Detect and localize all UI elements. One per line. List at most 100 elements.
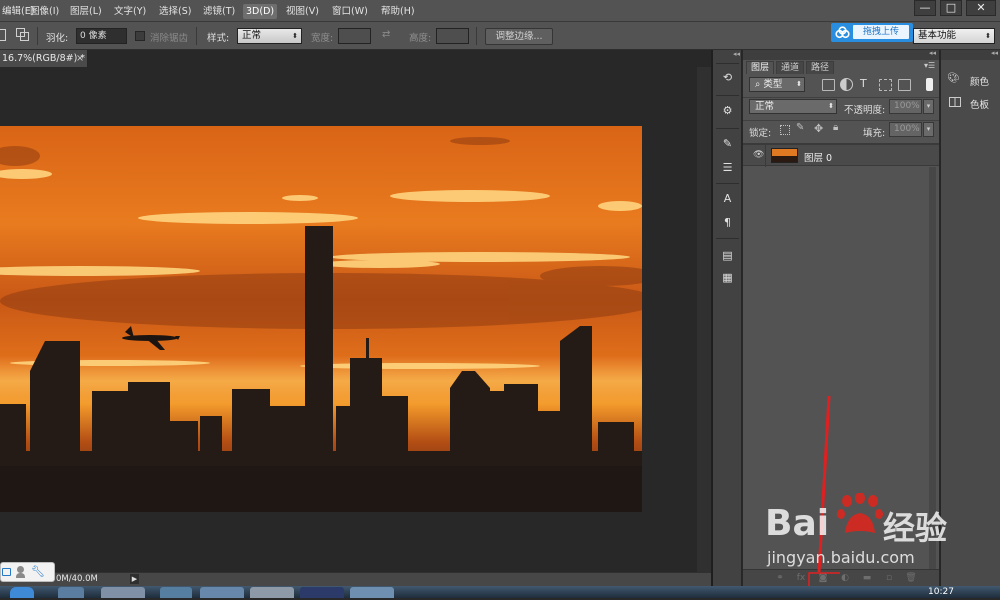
new-fill-adjustment-icon[interactable]: ◐	[839, 573, 851, 583]
taskbar-app-explorer[interactable]	[58, 587, 84, 598]
brush-presets-icon[interactable]: ✎	[718, 135, 737, 153]
menu-image[interactable]: 图像(I)	[28, 4, 61, 19]
antialias-label: 消除锯齿	[150, 33, 189, 44]
sunset-skyline-photo	[0, 126, 642, 512]
user-icon[interactable]	[17, 566, 24, 573]
shape-filter-icon[interactable]	[879, 79, 892, 91]
taskbar-app-chat[interactable]	[200, 587, 244, 598]
options-divider	[476, 27, 477, 45]
wrench-icon[interactable]: 🔧︎	[31, 565, 45, 578]
intersect-selection-icon[interactable]	[16, 28, 29, 41]
menu-window[interactable]: 窗口(W)	[330, 4, 370, 19]
swatches-panel-label: 色板	[970, 100, 990, 111]
close-window-button[interactable]: ✕	[966, 0, 996, 16]
taskbar-app-folder[interactable]	[250, 587, 294, 598]
vertical-scrollbar[interactable]	[697, 67, 711, 572]
opacity-input[interactable]: 100%	[889, 99, 922, 114]
collapse-icon[interactable]: ◂◂	[991, 49, 998, 57]
image-filter-icon[interactable]	[822, 79, 835, 91]
chevron-updown-icon: ⬍	[985, 32, 991, 40]
palette-icon: 🎨︎	[947, 73, 960, 84]
delete-layer-icon[interactable]: 🗑︎	[905, 573, 917, 583]
tab-layers[interactable]: 图层	[746, 61, 775, 74]
keyboard-icon[interactable]	[2, 568, 11, 576]
width-input[interactable]	[338, 28, 371, 44]
paragraph-icon[interactable]: ¶	[718, 214, 737, 232]
adjustment-filter-icon[interactable]	[840, 78, 853, 91]
layer-row[interactable]: 👁︎ 图层 0	[743, 144, 939, 167]
workspace-select-value: 基本功能	[918, 30, 957, 41]
menu-3d[interactable]: 3D(D)	[243, 4, 278, 19]
new-layer-icon[interactable]: ▫	[883, 573, 895, 583]
menu-select[interactable]: 选择(S)	[157, 4, 193, 19]
blend-mode-select[interactable]: 正常 ⬍	[749, 99, 837, 114]
minimize-button[interactable]: —	[914, 0, 936, 16]
watermark-url: jingyan.baidu.com	[767, 548, 915, 567]
taskbar: 10:27	[0, 586, 1000, 598]
swatches-panel-button[interactable]: 色板	[947, 95, 997, 111]
taskbar-app-photoshop[interactable]	[300, 587, 344, 598]
style-select[interactable]: 正常 ⬍	[237, 28, 302, 44]
opacity-dropdown-icon[interactable]: ▾	[923, 99, 934, 114]
collapse-icon[interactable]: ◂◂	[733, 50, 740, 58]
separator	[743, 97, 939, 98]
menu-help[interactable]: 帮助(H)	[379, 4, 417, 19]
fill-dropdown-icon[interactable]: ▾	[923, 122, 934, 137]
menu-type[interactable]: 文字(Y)	[112, 4, 148, 19]
actions-icon[interactable]: ⚙	[718, 102, 737, 120]
lock-all-icon[interactable]: 🔒︎	[833, 122, 838, 133]
selection-mode-icon[interactable]	[0, 29, 6, 41]
collapse-icon[interactable]: ◂◂	[929, 49, 936, 57]
color-panel-button[interactable]: 🎨︎ 颜色	[947, 72, 997, 88]
type-filter-icon[interactable]: T	[860, 77, 867, 90]
lock-position-icon[interactable]: ✥	[814, 122, 823, 135]
menu-filter[interactable]: 滤镜(T)	[201, 4, 237, 19]
panel-menu-icon[interactable]: ▾☰	[924, 61, 935, 70]
new-group-icon[interactable]: ▬	[861, 573, 873, 583]
document-tab[interactable]: 16.7%(RGB/8#) * ×	[0, 50, 88, 67]
layers-bottom-bar: ⚭ fx ◙ ◐ ▬ ▫ 🗑︎	[743, 569, 939, 586]
history-icon[interactable]: ⟲	[718, 69, 737, 87]
fill-input[interactable]: 100%	[889, 122, 922, 137]
layer-filter-select[interactable]: ⌕ 类型 ⬍	[749, 77, 805, 92]
options-divider	[196, 27, 197, 45]
notes-icon[interactable]: ▤	[718, 247, 737, 265]
watermark-cn: 经验	[883, 509, 948, 547]
refine-edge-button[interactable]: 调整边缘...	[485, 28, 553, 45]
menu-layer[interactable]: 图层(L)	[68, 4, 104, 19]
chevron-updown-icon: ⬍	[292, 32, 298, 40]
separator	[716, 128, 739, 129]
status-menu-arrow-icon[interactable]: ▶	[130, 574, 139, 584]
taskbar-app-mail[interactable]	[160, 587, 192, 598]
menu-bar: 编辑(E) 图像(I) 图层(L) 文字(Y) 选择(S) 滤镜(T) 3D(D…	[0, 0, 1000, 22]
close-tab-icon[interactable]: ×	[76, 50, 84, 67]
upload-label: 拖拽上传	[853, 25, 909, 39]
taskbar-app-ie[interactable]	[350, 587, 394, 598]
tab-paths[interactable]: 路径	[806, 61, 835, 74]
filter-toggle-switch[interactable]	[926, 78, 933, 91]
options-divider	[37, 27, 38, 45]
info-icon[interactable]: ▦	[718, 269, 737, 287]
workspace-select[interactable]: 基本功能 ⬍	[913, 28, 995, 44]
start-button[interactable]	[10, 587, 34, 598]
height-input[interactable]	[436, 28, 469, 44]
document-tab-title: 16.7%(RGB/8#) *	[2, 53, 86, 64]
cloud-icon	[835, 26, 850, 39]
tab-channels[interactable]: 通道	[776, 61, 805, 74]
layer-filter-value: 类型	[763, 79, 783, 90]
smart-object-filter-icon[interactable]	[898, 79, 911, 91]
canvas-image[interactable]	[0, 126, 642, 512]
taskbar-app-browser[interactable]	[101, 587, 145, 598]
maximize-button[interactable]: □	[940, 0, 962, 16]
menu-view[interactable]: 视图(V)	[284, 4, 321, 19]
feather-input[interactable]: 0 像素	[76, 28, 127, 44]
layer-name[interactable]: 图层 0	[804, 150, 832, 164]
character-icon[interactable]: A	[718, 190, 737, 208]
brush-settings-icon[interactable]: ☰	[718, 159, 737, 177]
swap-icon[interactable]: ⇄	[382, 29, 394, 41]
lock-transparent-icon[interactable]	[780, 125, 790, 135]
lock-image-icon[interactable]: ✎	[796, 122, 804, 133]
upload-button[interactable]: 拖拽上传	[831, 23, 913, 42]
antialias-checkbox[interactable]	[135, 31, 145, 41]
eye-icon[interactable]: 👁︎	[753, 150, 764, 160]
